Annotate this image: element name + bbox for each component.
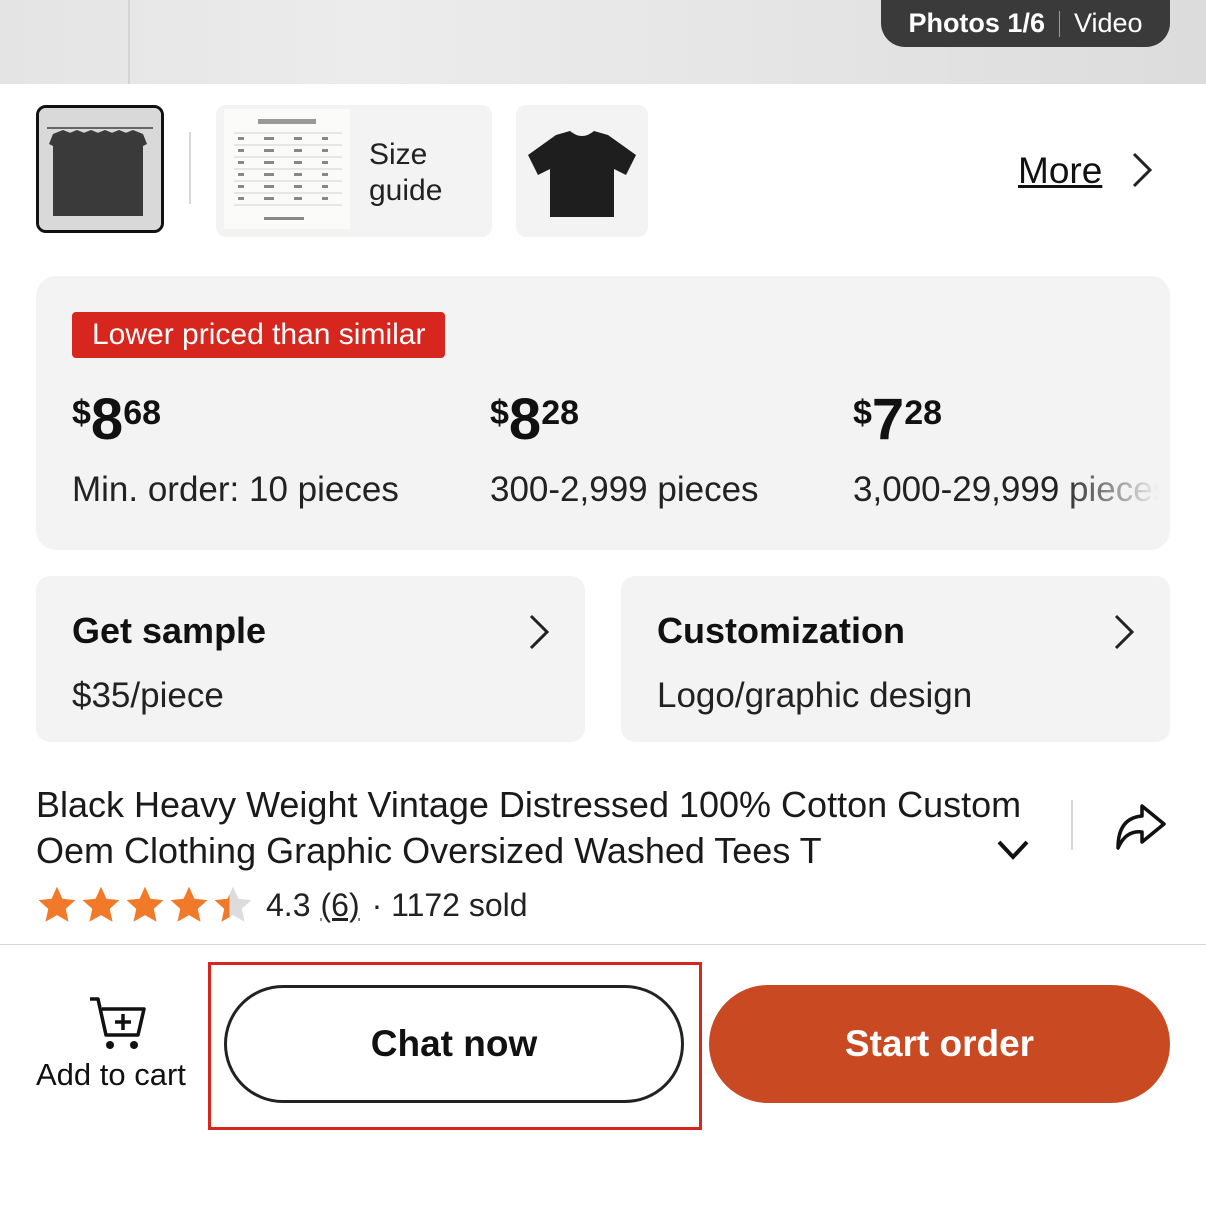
product-title: Black Heavy Weight Vintage Distressed 10… — [36, 784, 1022, 871]
share-icon[interactable] — [1112, 800, 1168, 854]
size-guide-thumbnail[interactable]: Size guide — [216, 105, 492, 237]
get-sample-title: Get sample — [72, 610, 267, 651]
currency-symbol: $ — [853, 394, 872, 432]
price-tiers-card: Lower priced than similar $ 8 68 Min. or… — [36, 276, 1170, 550]
chat-now-button[interactable]: Chat now — [224, 985, 684, 1103]
price-tier-1: $ 8 68 Min. order: 10 pieces — [72, 388, 399, 510]
price-whole: 8 — [90, 387, 124, 452]
star-full-icon — [38, 886, 76, 922]
more-photos-link[interactable]: More — [1018, 150, 1102, 192]
get-sample-card[interactable]: Get sample $35/piece — [36, 576, 585, 742]
customization-card[interactable]: Customization Logo/graphic design — [621, 576, 1170, 742]
pill-divider — [1058, 10, 1060, 37]
size-guide-label: Size guide — [369, 137, 442, 209]
photos-tab[interactable]: Photos 1/6 — [908, 8, 1045, 39]
add-to-cart-label: Add to cart — [36, 1057, 186, 1092]
star-full-icon — [126, 886, 164, 922]
share-divider — [1071, 800, 1073, 850]
cart-plus-icon — [90, 997, 146, 1049]
product-image-viewer[interactable]: Photos 1/6 Video — [0, 0, 1206, 84]
video-tab[interactable]: Video — [1074, 8, 1143, 39]
rating-row: 4.3 (6) · 1172 sold — [36, 884, 528, 926]
price-whole: 7 — [871, 387, 905, 452]
sample-price: $35/piece — [72, 676, 224, 715]
customization-option: Logo/graphic design — [657, 676, 973, 715]
tier-price: $ 8 28 — [490, 388, 759, 452]
price-tier-2: $ 8 28 300-2,999 pieces — [490, 388, 759, 510]
price-whole: 8 — [508, 387, 542, 452]
lower-price-badge: Lower priced than similar — [72, 312, 446, 358]
thumbnail-divider — [189, 132, 191, 204]
add-to-cart-button[interactable]: Add to cart — [36, 995, 206, 1093]
currency-symbol: $ — [490, 394, 509, 432]
currency-symbol: $ — [72, 394, 91, 432]
review-count-link[interactable]: (6) — [320, 887, 359, 924]
size-chart-image — [224, 109, 350, 229]
star-partial-icon — [214, 886, 252, 922]
star-full-icon — [82, 886, 120, 922]
hanger-rod — [128, 0, 130, 84]
chevron-right-icon — [1114, 614, 1135, 650]
star-full-icon — [170, 886, 208, 922]
price-cents: 28 — [904, 394, 943, 432]
rating-value: 4.3 — [266, 886, 311, 923]
tier-price: $ 8 68 — [72, 388, 399, 452]
price-cents: 28 — [541, 394, 580, 432]
thumbnail-black-tee[interactable] — [516, 105, 648, 237]
tshirt-image — [528, 131, 636, 217]
customization-title: Customization — [657, 610, 905, 651]
chevron-right-icon[interactable] — [1126, 150, 1156, 190]
expand-title-chevron-icon[interactable] — [996, 838, 1030, 862]
chevron-right-icon — [529, 614, 550, 650]
thumbnail-shirts-rack[interactable] — [36, 105, 164, 233]
size-guide-label-line1: Size — [369, 138, 428, 171]
start-order-button[interactable]: Start order — [709, 985, 1170, 1103]
media-toggle[interactable]: Photos 1/6 Video — [881, 0, 1170, 47]
scroll-fade — [1060, 276, 1170, 550]
size-guide-label-line2: guide — [369, 174, 443, 207]
shirts-rack-image — [39, 108, 161, 230]
tier-quantity: Min. order: 10 pieces — [72, 470, 399, 509]
sold-count: · 1172 sold — [371, 886, 528, 923]
tier-quantity: 300-2,999 pieces — [490, 470, 759, 509]
price-cents: 68 — [123, 394, 162, 432]
